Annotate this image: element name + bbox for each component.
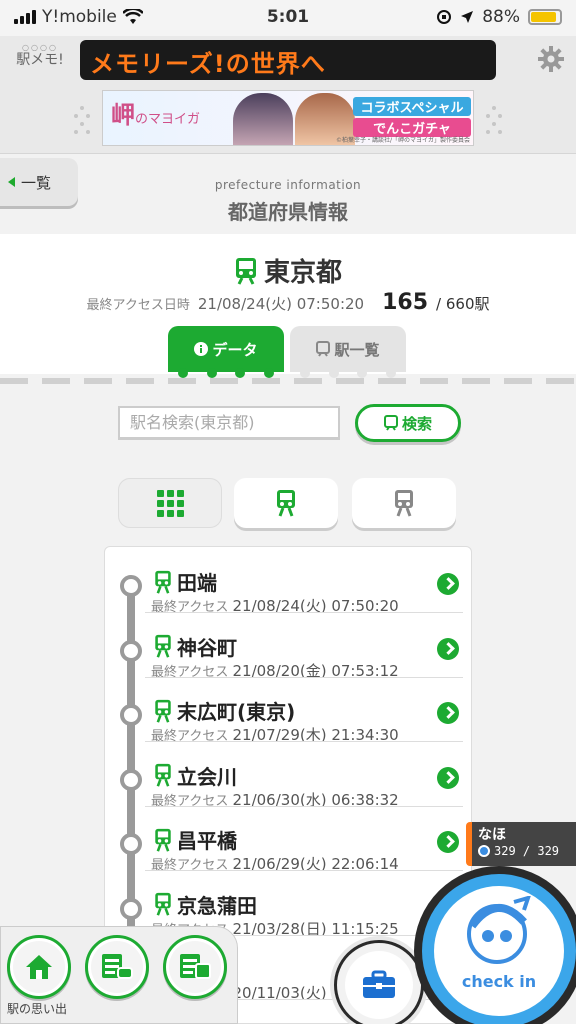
station-name: 京急蒲田 <box>153 890 257 919</box>
station-name: 昌平橋 <box>153 825 237 854</box>
train-icon <box>155 892 171 916</box>
tab-station-list[interactable]: 駅一覧 <box>290 326 406 378</box>
station-row[interactable]: 田端 最終アクセス 21/08/24(火) 07:50:20 <box>105 549 471 615</box>
train-icon <box>235 257 256 285</box>
user-count: 329 / 329 <box>478 844 570 858</box>
train-icon <box>155 699 171 723</box>
gear-icon[interactable] <box>538 46 564 72</box>
banner-collab-text: コラボスペシャル でんこガチャ <box>353 97 471 139</box>
section-subtitle: prefecture information <box>214 178 362 192</box>
train-icon <box>316 341 331 357</box>
memories-icon <box>102 954 133 979</box>
chevron-right-icon[interactable] <box>437 573 459 595</box>
route-node <box>120 833 142 855</box>
station-name: 田端 <box>153 567 217 596</box>
route-node <box>120 768 142 791</box>
train-icon <box>155 828 171 852</box>
ticker-display: メモリーズ!の世界へ <box>80 40 496 80</box>
access-datetime: 21/08/24(火) 07:50:20 <box>197 295 365 313</box>
view-visited-button[interactable] <box>234 478 338 528</box>
page-title: 都道府県情報 <box>228 200 348 224</box>
location-icon <box>461 11 474 23</box>
chevron-right-icon[interactable] <box>437 831 459 853</box>
prefecture-name: 東京都 <box>0 252 576 289</box>
chevron-right-icon[interactable] <box>437 766 459 789</box>
station-row[interactable]: 立会川 最終アクセス 21/06/30(水) 06:38:32 <box>105 743 471 809</box>
station-name: 神谷町 <box>153 632 237 661</box>
station-search-input[interactable] <box>118 406 340 440</box>
checkin-mascot-icon <box>467 896 531 964</box>
memories-button[interactable] <box>85 935 149 999</box>
access-label: 最終アクセス日時 <box>86 298 190 313</box>
station-log-icon <box>180 954 211 979</box>
decor-dots-left <box>72 106 92 136</box>
route-node <box>120 575 142 597</box>
checkin-button[interactable]: check in <box>414 866 576 1024</box>
train-icon <box>155 570 171 594</box>
station-row[interactable]: 神谷町 最終アクセス 21/08/20(金) 07:53:12 <box>105 614 471 680</box>
visited-count: 165 <box>382 290 429 315</box>
collab-banner[interactable]: 岬のマヨイガ コラボスペシャル でんこガチャ ©柏葉幸子・講談社/「岬のマヨイガ… <box>102 90 474 146</box>
status-bar: Y!mobile 5:01 88% <box>0 0 576 36</box>
item-bag-button[interactable] <box>334 940 424 1024</box>
station-log-button[interactable] <box>163 935 227 999</box>
train-icon <box>383 415 398 431</box>
divider <box>0 378 576 384</box>
station-row[interactable]: 末広町(東京) 最終アクセス 21/07/29(木) 21:34:30 <box>105 678 471 744</box>
view-unvisited-button[interactable] <box>352 478 456 528</box>
station-row[interactable]: 昌平橋 最終アクセス 21/06/29(火) 22:06:14 <box>105 807 471 873</box>
app-header: ○○○○ 駅メモ! メモリーズ!の世界へ 岬のマヨイガ コラボスペシャル でんこ… <box>0 36 576 154</box>
station-name: 立会川 <box>153 761 237 790</box>
battery-icon <box>528 9 562 25</box>
route-node <box>120 639 142 662</box>
user-name: なほ <box>478 827 506 843</box>
train-icon <box>155 634 171 658</box>
banner-character-1 <box>233 93 293 145</box>
user-badge[interactable]: なほ 329 / 329 <box>466 822 576 866</box>
decor-dots-right <box>484 106 504 136</box>
station-name: 末広町(東京) <box>153 696 295 725</box>
rotation-lock-icon <box>437 10 452 24</box>
banner-title: 岬のマヨイガ <box>111 100 201 129</box>
grid-icon <box>156 489 184 517</box>
view-grid-button[interactable] <box>118 478 222 528</box>
chevron-right-icon[interactable] <box>437 702 459 724</box>
app-logo: ○○○○ 駅メモ! <box>16 43 64 68</box>
train-green-icon <box>277 490 295 517</box>
route-node <box>120 704 142 726</box>
briefcase-icon <box>363 970 395 998</box>
info-icon <box>194 342 209 356</box>
battery-percent: 88% <box>482 7 520 27</box>
train-gray-icon <box>395 490 413 517</box>
bottom-nav: 駅の思い出 <box>0 926 238 1024</box>
home-icon <box>26 955 52 979</box>
bottom-nav-label: 駅の思い出 <box>7 1002 68 1016</box>
checkin-label: check in <box>461 972 537 991</box>
total-count: / 660駅 <box>436 295 490 313</box>
route-node <box>120 897 142 920</box>
chevron-right-icon[interactable] <box>437 637 459 660</box>
train-icon <box>155 763 171 787</box>
prefecture-access: 最終アクセス日時 21/08/24(火) 07:50:20 165 / 660駅 <box>0 290 576 315</box>
banner-credit: ©柏葉幸子・講談社/「岬のマヨイガ」製作委員会 <box>335 137 470 144</box>
home-button[interactable] <box>7 935 71 999</box>
search-button[interactable]: 検索 <box>355 404 461 442</box>
denko-icon <box>478 845 490 857</box>
tab-data[interactable]: データ <box>168 326 284 378</box>
